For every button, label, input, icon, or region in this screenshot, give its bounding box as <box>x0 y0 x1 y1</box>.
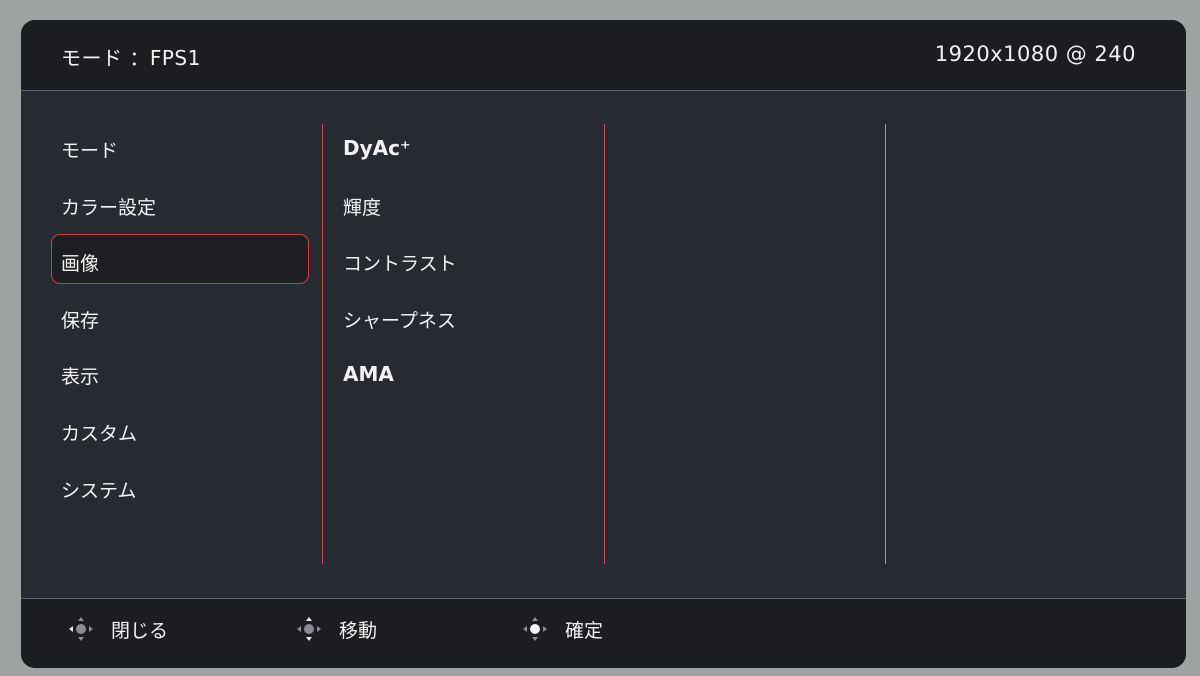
confirm-hint[interactable]: 確定 <box>521 615 603 643</box>
column-divider <box>885 124 886 564</box>
osd-footer: 閉じる 移動 確定 <box>21 598 1186 668</box>
submenu-item-sharpness[interactable]: シャープネス <box>343 306 456 333</box>
menu-item-custom[interactable]: カスタム <box>61 419 137 446</box>
joystick-left-icon <box>69 617 93 641</box>
menu-item-mode[interactable]: モード <box>61 136 118 163</box>
move-hint[interactable]: 移動 <box>295 615 377 643</box>
menu-item-color-settings[interactable]: カラー設定 <box>61 193 156 220</box>
menu-item-save[interactable]: 保存 <box>61 306 99 333</box>
osd-panel: モード ：FPS1 1920x1080 @ 240 モード カラー設定 画像 保… <box>21 20 1186 668</box>
submenu-item-brightness[interactable]: 輝度 <box>343 193 381 220</box>
joystick-updown-icon <box>297 617 321 641</box>
column-divider <box>604 124 605 564</box>
confirm-label: 確定 <box>565 619 604 642</box>
close-hint[interactable]: 閉じる <box>67 615 168 643</box>
close-label: 閉じる <box>111 619 169 642</box>
menu-item-system[interactable]: システム <box>61 476 136 503</box>
move-label: 移動 <box>339 619 378 642</box>
column-divider <box>322 124 323 564</box>
menu-item-picture[interactable]: 画像 <box>61 249 99 276</box>
menu-item-display[interactable]: 表示 <box>61 362 99 389</box>
joystick-press-icon <box>523 617 547 641</box>
current-mode-label: モード ：FPS1 <box>61 46 201 70</box>
submenu-item-dyac[interactable]: DyAc⁺ <box>343 136 411 160</box>
submenu-item-contrast[interactable]: コントラスト <box>343 249 457 276</box>
osd-header: モード ：FPS1 1920x1080 @ 240 <box>21 20 1186 91</box>
resolution-readout: 1920x1080 @ 240 <box>934 42 1136 66</box>
submenu-item-ama[interactable]: AMA <box>343 362 394 386</box>
